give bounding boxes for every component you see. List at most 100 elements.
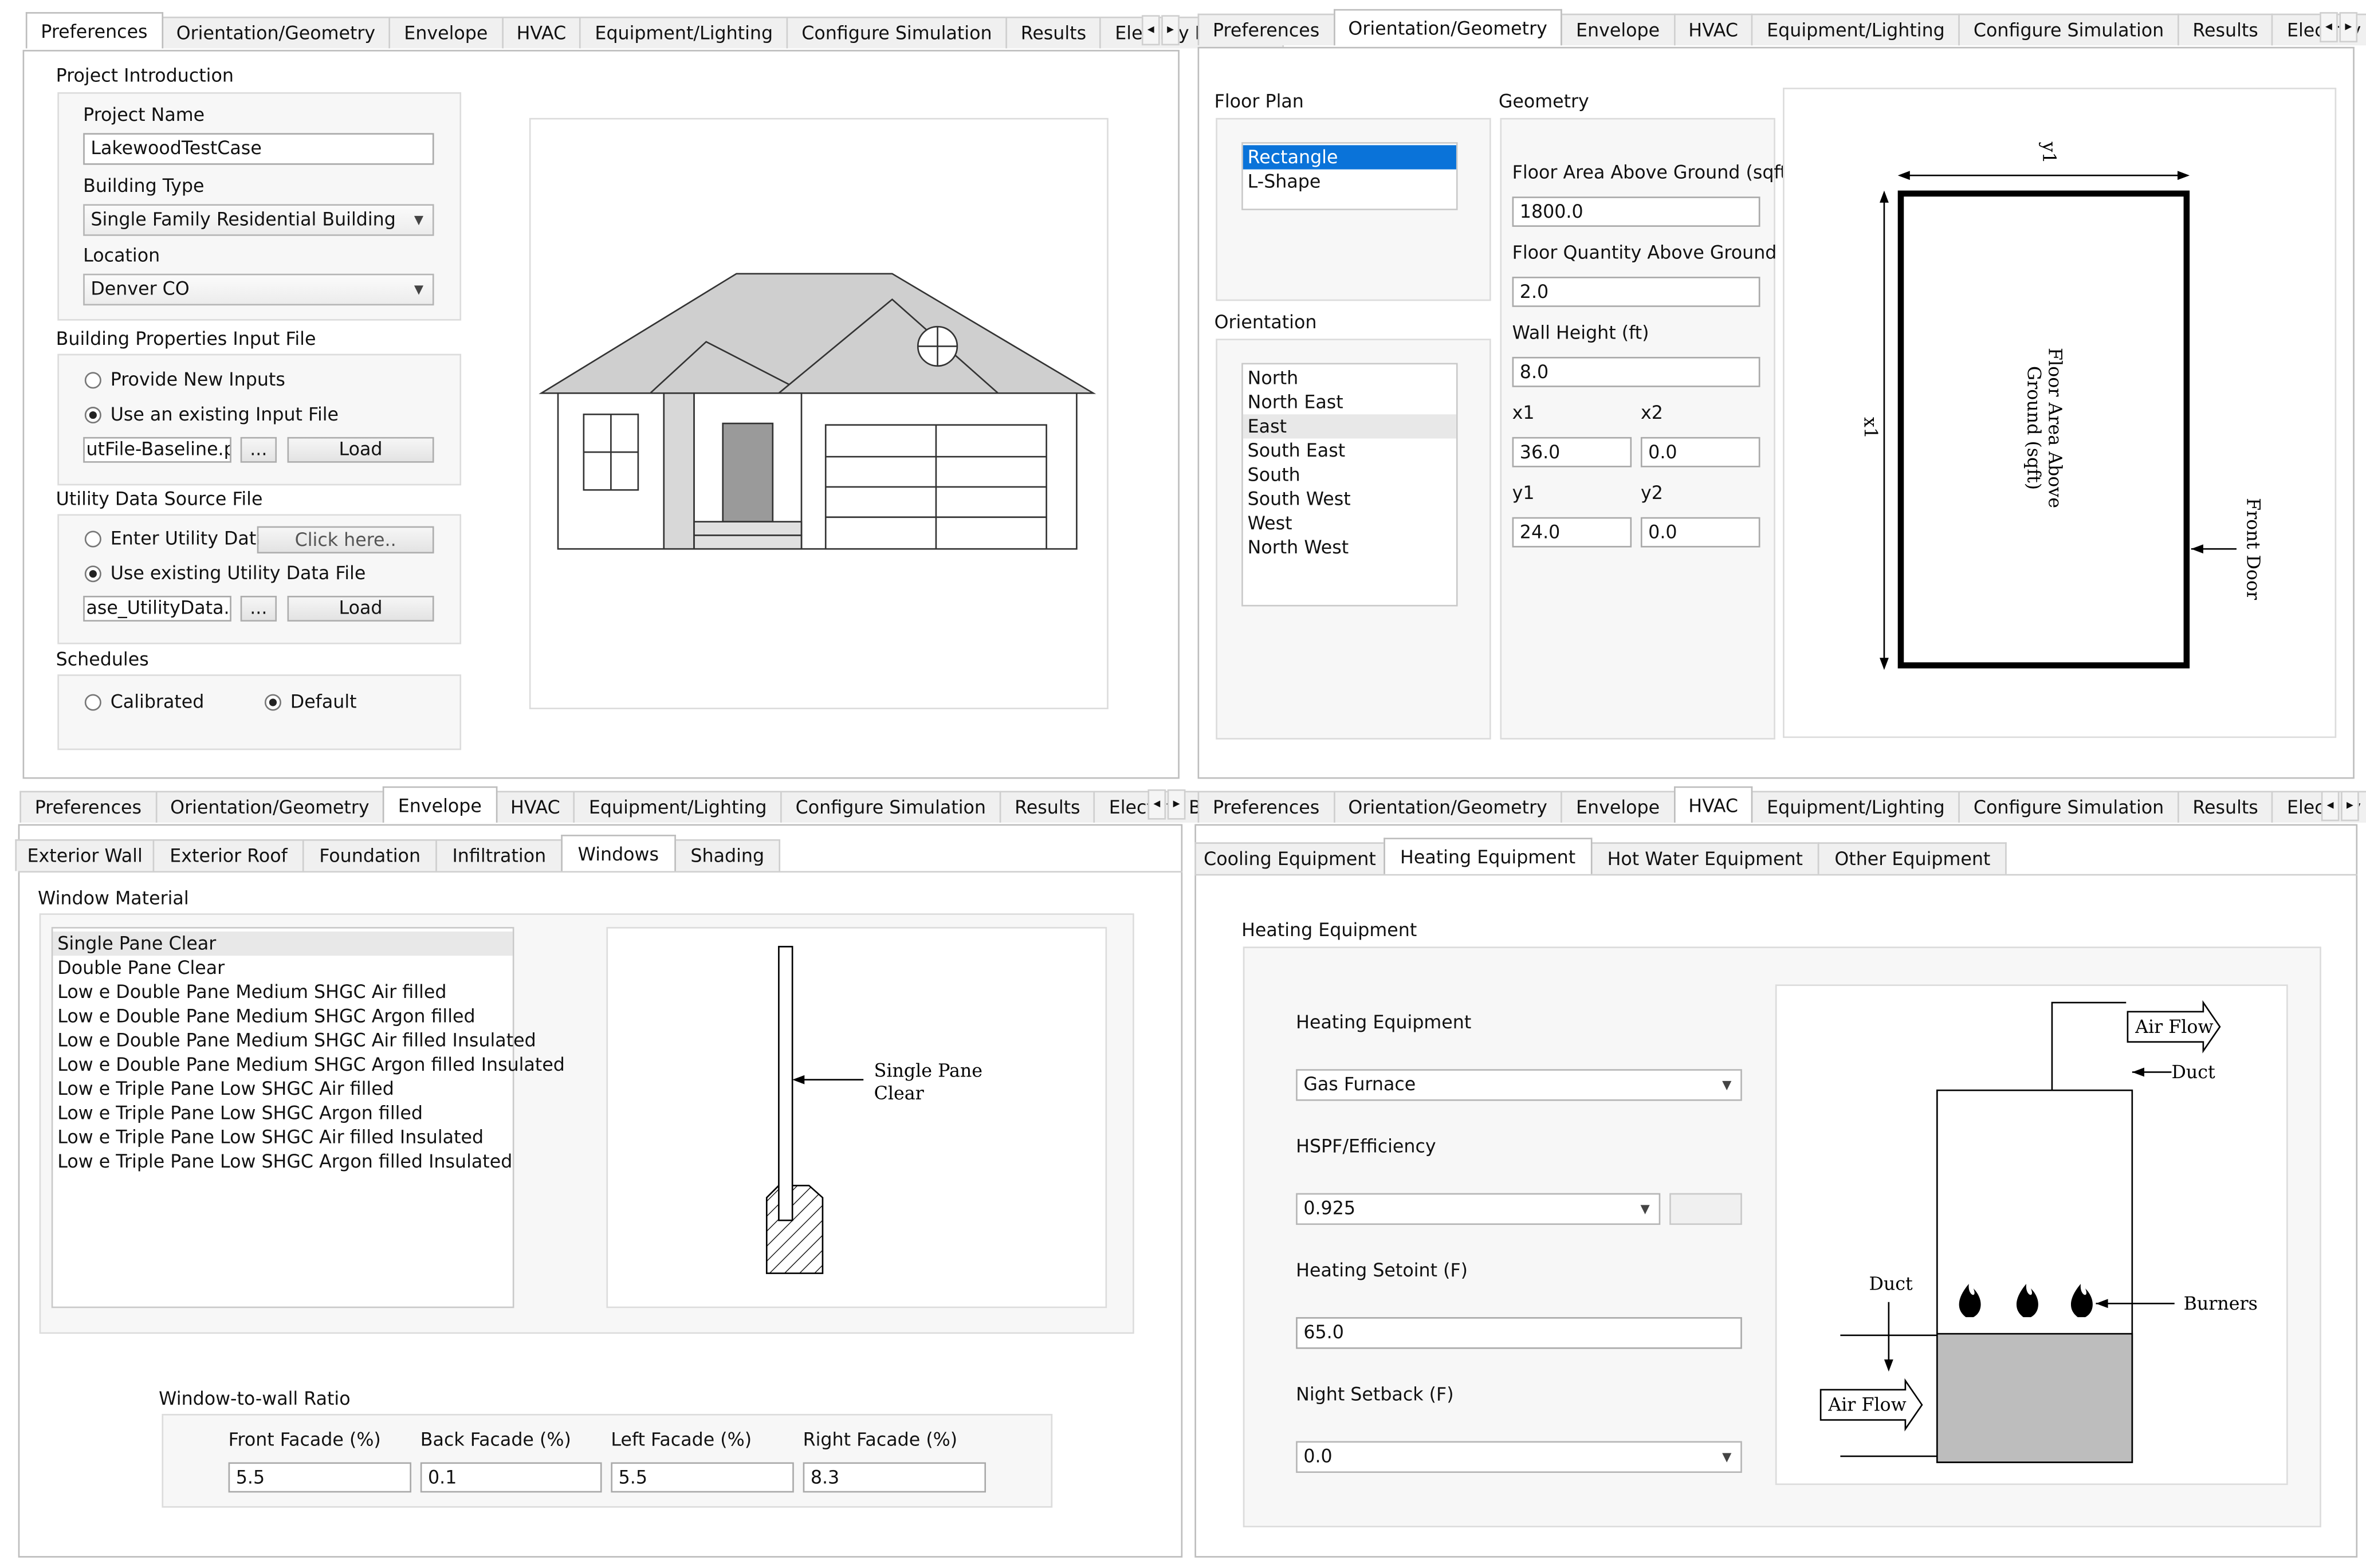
efficiency-extra-input[interactable] xyxy=(1669,1193,1742,1225)
load-input-file-button[interactable]: Load xyxy=(287,437,434,463)
utility-file-path[interactable]: ase_UtilityData.csv xyxy=(83,596,231,622)
window-material-list[interactable]: Single Pane Clear Double Pane Clear Low … xyxy=(51,927,565,1308)
front-facade-input[interactable]: 5.5 xyxy=(228,1462,411,1493)
subtab-foundation[interactable]: Foundation xyxy=(302,839,438,871)
window-material-item[interactable]: Low e Triple Pane Low SHGC Air filled In… xyxy=(53,1125,512,1149)
tab-orientation-geometry[interactable]: Orientation/Geometry xyxy=(1333,9,1563,46)
tab-preferences[interactable]: Preferences xyxy=(19,791,157,823)
tab-orientation-geometry[interactable]: Orientation/Geometry xyxy=(161,17,391,49)
subtab-exterior-roof[interactable]: Exterior Roof xyxy=(153,839,304,871)
tab-scroll-left-icon[interactable]: ◂ xyxy=(2321,791,2340,822)
subtab-cooling-equipment[interactable]: Cooling Equipment xyxy=(1194,842,1385,874)
input-file-path[interactable]: utFile-Baseline.pkl xyxy=(83,437,231,463)
radio-enter-utility-data[interactable] xyxy=(84,530,101,548)
tab-scroll-right-icon[interactable]: ▸ xyxy=(1161,15,1180,46)
tab-equipment-lighting[interactable]: Equipment/Lighting xyxy=(1751,13,1960,46)
tab-scroll-right-icon[interactable]: ▸ xyxy=(1167,789,1186,820)
building-type-select[interactable]: Single Family Residential Building ▼ xyxy=(83,204,434,236)
floor-plan-list[interactable]: Rectangle L-Shape xyxy=(1241,142,1458,210)
back-facade-input[interactable]: 0.1 xyxy=(420,1462,602,1493)
window-material-item[interactable]: Low e Double Pane Medium SHGC Argon fill… xyxy=(53,1052,565,1076)
tab-scroll-right-icon[interactable]: ▸ xyxy=(2341,791,2359,822)
orientation-list[interactable]: North North East East South East South S… xyxy=(1241,363,1458,607)
tab-orientation-geometry[interactable]: Orientation/Geometry xyxy=(1333,791,1563,823)
subtab-other-equipment[interactable]: Other Equipment xyxy=(1818,842,2007,874)
orientation-item[interactable]: South West xyxy=(1243,487,1456,511)
browse-input-file-button[interactable]: ... xyxy=(240,437,277,463)
left-facade-input[interactable]: 5.5 xyxy=(611,1462,794,1493)
load-utility-file-button[interactable]: Load xyxy=(287,596,434,622)
window-material-item[interactable]: Low e Triple Pane Low SHGC Air filled xyxy=(53,1076,512,1101)
night-setback-select[interactable]: 0.0 ▼ xyxy=(1296,1441,1742,1473)
radio-default[interactable] xyxy=(264,694,281,711)
orientation-item[interactable]: East xyxy=(1243,414,1456,439)
window-material-item[interactable]: Low e Triple Pane Low SHGC Argon filled xyxy=(53,1101,512,1125)
tab-scroll-right-icon[interactable]: ▸ xyxy=(2339,12,2358,42)
tab-configure-simulation[interactable]: Configure Simulation xyxy=(1958,791,2179,823)
tab-preferences[interactable]: Preferences xyxy=(25,12,163,49)
wall-height-input[interactable]: 8.0 xyxy=(1512,356,1760,387)
tab-preferences[interactable]: Preferences xyxy=(1197,13,1335,46)
window-material-item[interactable]: Low e Double Pane Medium SHGC Air filled… xyxy=(53,1028,536,1052)
floor-area-input[interactable]: 1800.0 xyxy=(1512,197,1760,227)
orientation-item[interactable]: South xyxy=(1243,463,1456,487)
window-material-item[interactable]: Single Pane Clear xyxy=(53,931,513,956)
subtab-windows[interactable]: Windows xyxy=(561,835,676,871)
tab-equipment-lighting[interactable]: Equipment/Lighting xyxy=(1751,791,1960,823)
window-material-item[interactable]: Low e Double Pane Medium SHGC Argon fill… xyxy=(53,1004,512,1028)
browse-utility-file-button[interactable]: ... xyxy=(240,596,277,622)
floor-plan-item[interactable]: Rectangle xyxy=(1243,145,1456,170)
orientation-item[interactable]: North West xyxy=(1243,535,1456,559)
radio-use-existing-utility-file[interactable] xyxy=(84,565,101,583)
tab-hvac[interactable]: HVAC xyxy=(501,17,581,49)
tab-envelope[interactable]: Envelope xyxy=(1561,13,1675,46)
tab-orientation-geometry[interactable]: Orientation/Geometry xyxy=(155,791,384,823)
tab-results[interactable]: Results xyxy=(1005,17,1102,49)
radio-calibrated[interactable] xyxy=(84,694,101,711)
radio-provide-new-inputs[interactable] xyxy=(84,372,101,389)
orientation-item[interactable]: North East xyxy=(1243,390,1456,414)
click-here-button[interactable]: Click here.. xyxy=(257,526,434,554)
subtab-heating-equipment[interactable]: Heating Equipment xyxy=(1383,838,1593,874)
x2-input[interactable]: 0.0 xyxy=(1640,437,1760,467)
floor-plan-item[interactable]: L-Shape xyxy=(1243,170,1456,194)
tab-scroll-left-icon[interactable]: ◂ xyxy=(1147,789,1166,820)
window-material-item[interactable]: Low e Triple Pane Low SHGC Argon filled … xyxy=(53,1149,512,1173)
efficiency-select[interactable]: 0.925 ▼ xyxy=(1296,1193,1661,1225)
x1-input[interactable]: 36.0 xyxy=(1512,437,1632,467)
tab-configure-simulation[interactable]: Configure Simulation xyxy=(1958,13,2179,46)
orientation-item[interactable]: West xyxy=(1243,511,1456,535)
tab-envelope[interactable]: Envelope xyxy=(383,786,497,823)
subtab-shading[interactable]: Shading xyxy=(674,839,781,871)
tab-scroll-left-icon[interactable]: ◂ xyxy=(2320,12,2338,42)
subtab-infiltration[interactable]: Infiltration xyxy=(435,839,563,871)
orientation-item[interactable]: South East xyxy=(1243,438,1456,462)
right-facade-input[interactable]: 8.3 xyxy=(803,1462,987,1493)
tab-envelope[interactable]: Envelope xyxy=(1561,791,1675,823)
subtab-exterior-wall[interactable]: Exterior Wall xyxy=(15,839,155,871)
y2-input[interactable]: 0.0 xyxy=(1640,517,1760,548)
tab-configure-simulation[interactable]: Configure Simulation xyxy=(786,17,1007,49)
location-select[interactable]: Denver CO ▼ xyxy=(83,273,434,306)
heating-equipment-select[interactable]: Gas Furnace ▼ xyxy=(1296,1069,1742,1101)
tab-hvac[interactable]: HVAC xyxy=(1673,13,1754,46)
tab-envelope[interactable]: Envelope xyxy=(388,17,503,49)
tab-equipment-lighting[interactable]: Equipment/Lighting xyxy=(573,791,782,823)
tab-hvac[interactable]: HVAC xyxy=(1673,786,1754,823)
tab-scroll-left-icon[interactable]: ◂ xyxy=(1141,15,1160,46)
window-material-item[interactable]: Low e Double Pane Medium SHGC Air filled xyxy=(53,980,512,1004)
tab-results[interactable]: Results xyxy=(999,791,1095,823)
tab-preferences[interactable]: Preferences xyxy=(1197,791,1335,823)
tab-equipment-lighting[interactable]: Equipment/Lighting xyxy=(580,17,788,49)
radio-use-existing-input-file[interactable] xyxy=(84,407,101,424)
floor-quantity-input[interactable]: 2.0 xyxy=(1512,277,1760,307)
heating-setpoint-input[interactable]: 65.0 xyxy=(1296,1317,1742,1349)
project-name-input[interactable]: LakewoodTestCase xyxy=(83,133,434,165)
window-material-item[interactable]: Double Pane Clear xyxy=(53,956,512,980)
y1-input[interactable]: 24.0 xyxy=(1512,517,1632,548)
subtab-hot-water-equipment[interactable]: Hot Water Equipment xyxy=(1590,842,1819,874)
tab-hvac[interactable]: HVAC xyxy=(495,791,576,823)
tab-results[interactable]: Results xyxy=(2178,13,2274,46)
tab-configure-simulation[interactable]: Configure Simulation xyxy=(780,791,1001,823)
tab-results[interactable]: Results xyxy=(2178,791,2274,823)
